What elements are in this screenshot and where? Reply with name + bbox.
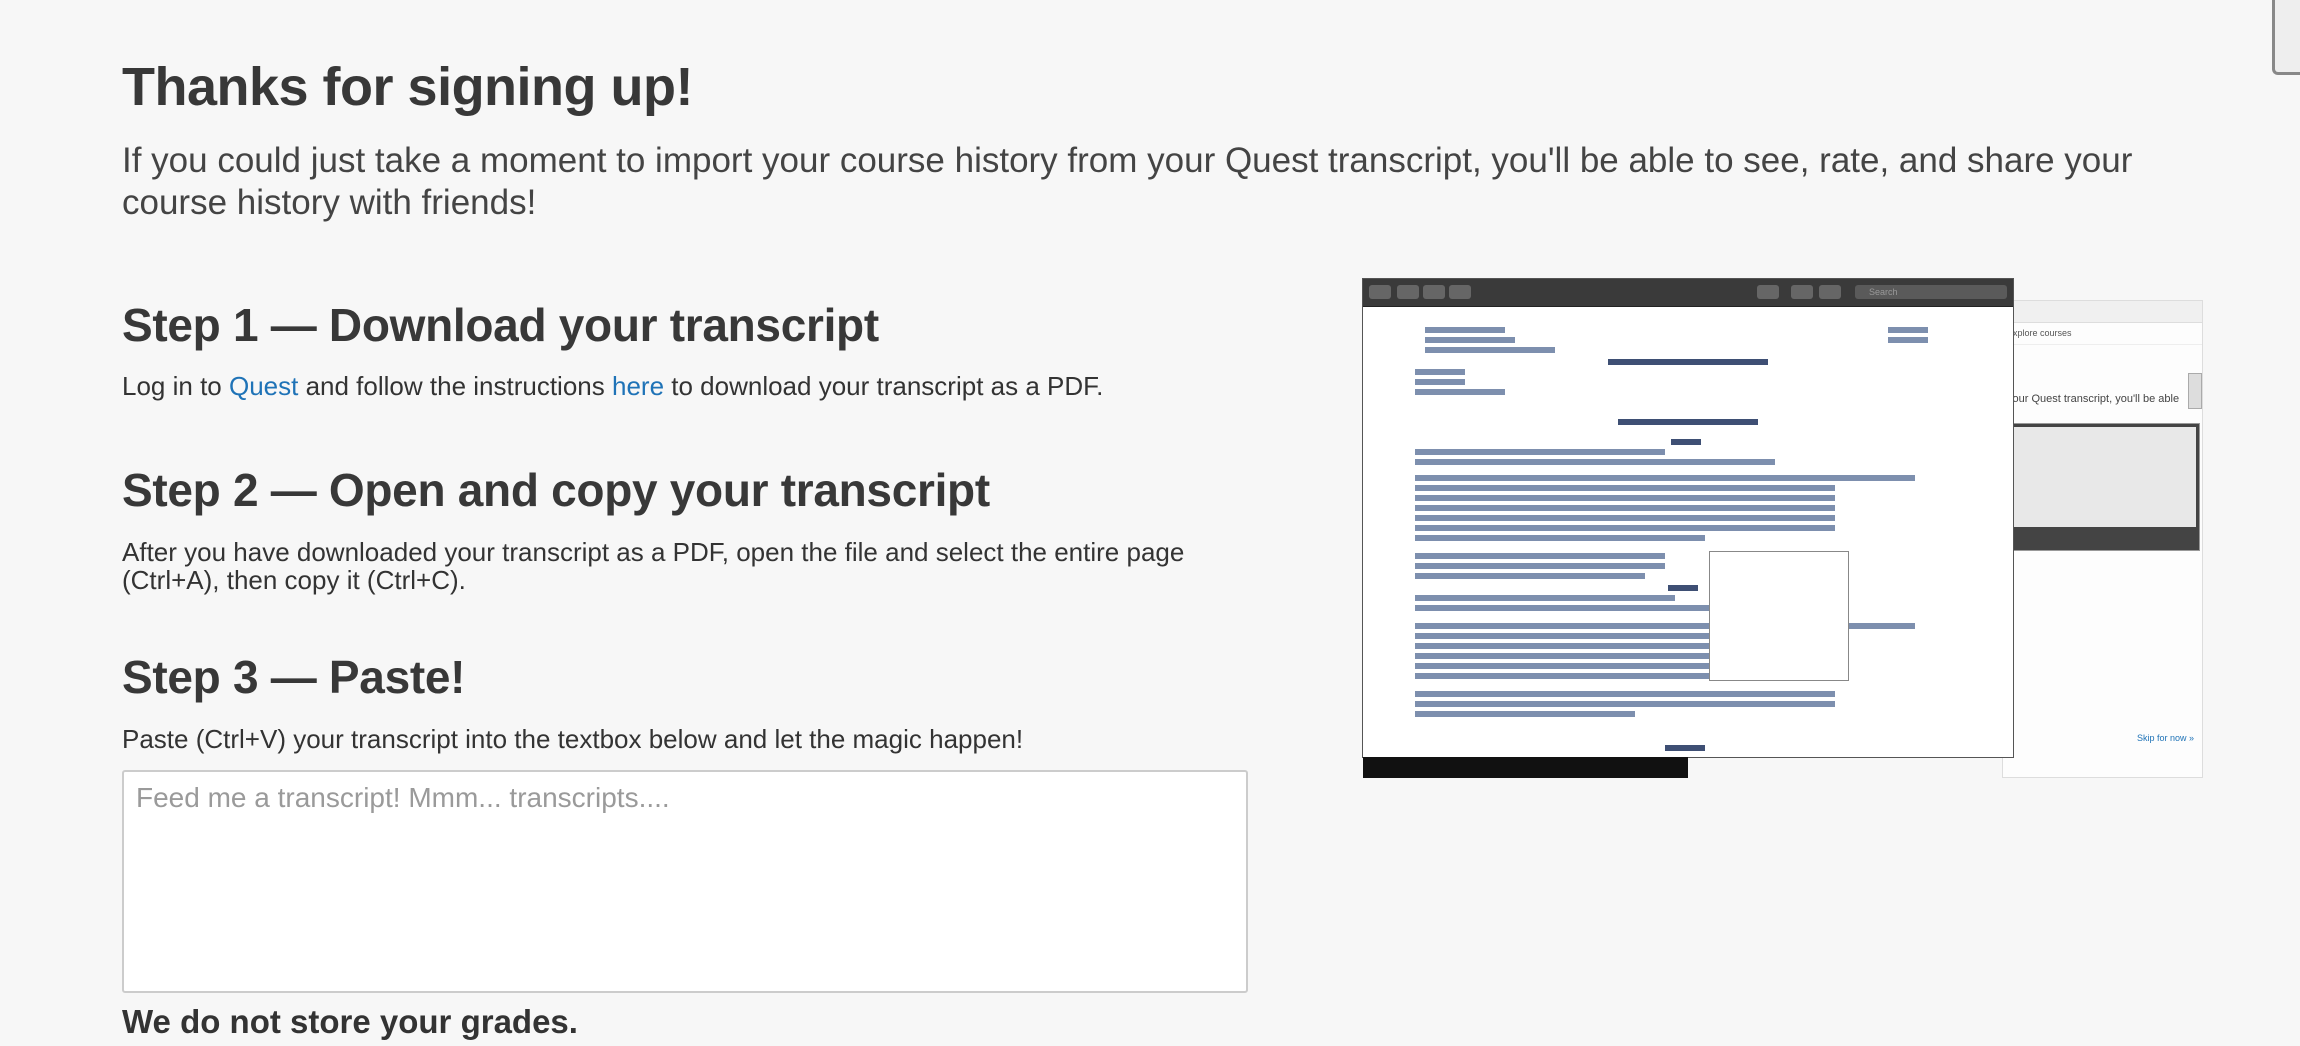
step1-text-before: Log in to [122,371,229,401]
pdf-toolbar: Search [1363,279,2013,307]
context-popup [1709,551,1849,681]
step1-text: Log in to Quest and follow the instructi… [122,372,1272,400]
step1-text-middle: and follow the instructions [298,371,612,401]
quest-link[interactable]: Quest [229,371,298,401]
zoom-in-icon [1423,285,1445,299]
sidebar-toggle-icon [1369,285,1391,299]
annotate-icon [1819,285,1841,299]
step3-text: Paste (Ctrl+V) your transcript into the … [122,724,1024,754]
pdf-search-field: Search [1855,285,2007,299]
lock-icon [1791,285,1813,299]
transcript-input[interactable] [122,770,1248,993]
privacy-note: We do not store your grades. [122,1003,578,1040]
step3-heading: Step 3 — Paste! [122,651,466,703]
browser-address-bar [2003,301,2202,323]
instructions-here-link[interactable]: here [612,371,664,401]
browser-nav: Explore courses [2003,323,2202,345]
intro-text: If you could just take a moment to impor… [122,141,2133,222]
step1-heading: Step 1 — Download your transcript [122,299,879,351]
browser-text: your Quest transcript, you'll be able [2007,393,2180,405]
share-icon [1449,285,1471,299]
corner-widget-icon[interactable] [2272,0,2300,75]
tutorial-preview: Explore courses your Quest transcript, y… [1362,278,2203,778]
markup-icon [1757,285,1779,299]
pdf-viewer-window: Search [1362,278,2014,778]
step2-text: After you have downloaded your transcrip… [122,537,1185,595]
video-thumbnail [2003,423,2200,551]
step1-text-after: to download your transcript as a PDF. [664,371,1104,401]
step2-heading: Step 2 — Open and copy your transcript [122,464,990,516]
pdf-bottom-bar [1363,757,1688,778]
browser-window-preview: Explore courses your Quest transcript, y… [2002,300,2203,778]
skip-link: Skip for now » [2136,733,2194,743]
side-tab [2188,373,2202,409]
pdf-document [1363,307,2013,757]
video-frame [2007,427,2196,527]
zoom-out-icon [1397,285,1419,299]
page-title: Thanks for signing up! [122,57,693,117]
